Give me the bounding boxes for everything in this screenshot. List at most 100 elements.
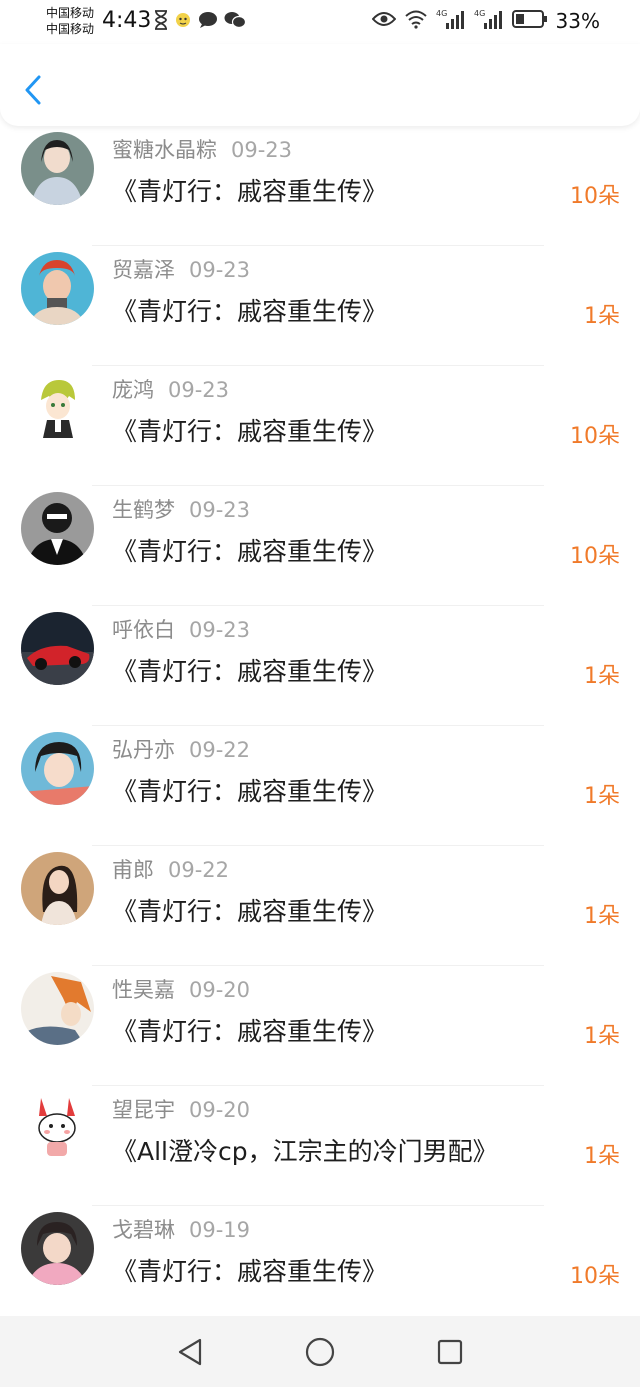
gift-date: 09-23 <box>189 498 251 522</box>
gift-amount: 10朵 <box>570 1264 620 1289</box>
signal-2-label: 4G <box>474 9 485 18</box>
gift-amount: 1朵 <box>584 904 620 929</box>
list-item[interactable]: 蜜糖水晶粽 09-23 《青灯行：戚容重生传》 10朵 <box>0 126 640 246</box>
sender-name: 弘丹亦 <box>112 738 175 762</box>
sender-name: 贸嘉泽 <box>112 258 175 282</box>
list-item[interactable]: 性昊嘉 09-20 《青灯行：戚容重生传》 1朵 <box>0 966 640 1086</box>
signal-1-icon: 4G <box>436 8 466 34</box>
gift-date: 09-23 <box>168 378 230 402</box>
sender-name: 性昊嘉 <box>112 978 175 1002</box>
avatar[interactable] <box>21 492 94 565</box>
gift-record-list: 蜜糖水晶粽 09-23 《青灯行：戚容重生传》 10朵 贸嘉泽 09-23 《青灯行… <box>0 126 640 1316</box>
gift-date: 09-20 <box>189 1098 251 1122</box>
system-navigation-bar <box>0 1316 640 1387</box>
sender-meta: 甫郎 09-22 <box>112 854 229 884</box>
carrier-2: 中国移动 <box>46 22 95 36</box>
gift-date: 09-23 <box>189 258 251 282</box>
gift-amount: 1朵 <box>584 304 620 329</box>
sender-meta: 庞鸿 09-23 <box>112 374 229 404</box>
back-button[interactable] <box>18 72 48 108</box>
avatar[interactable] <box>21 972 94 1045</box>
gift-date: 09-20 <box>189 978 251 1002</box>
avatar[interactable] <box>21 1092 94 1165</box>
list-item[interactable]: 望昆宇 09-20 《All澄冷cp，江宗主的冷门男配》 1朵 <box>0 1086 640 1206</box>
sender-meta: 性昊嘉 09-20 <box>112 974 250 1004</box>
list-item[interactable]: 戈碧琳 09-19 《青灯行：戚容重生传》 10朵 <box>0 1206 640 1316</box>
sender-name: 望昆宇 <box>112 1098 175 1122</box>
avatar[interactable] <box>21 132 94 205</box>
sender-name: 庞鸿 <box>112 378 154 402</box>
sender-name: 戈碧琳 <box>112 1218 175 1242</box>
gift-amount: 1朵 <box>584 784 620 809</box>
book-title: 《青灯行：戚容重生传》 <box>112 777 388 806</box>
gift-amount: 1朵 <box>584 1024 620 1049</box>
list-item[interactable]: 呼依白 09-23 《青灯行：戚容重生传》 1朵 <box>0 606 640 726</box>
carrier-1: 中国移动 <box>46 6 95 20</box>
triangle-back-icon <box>178 1338 202 1365</box>
status-bar: 中国移动 中国移动 4:43 4G 4G 33% <box>0 0 640 44</box>
gift-amount: 1朵 <box>584 664 620 689</box>
square-recent-icon <box>437 1339 463 1364</box>
battery-percent: 33% <box>555 9 600 33</box>
gift-amount: 10朵 <box>570 184 620 209</box>
avatar[interactable] <box>21 1212 94 1285</box>
gift-date: 09-19 <box>189 1218 251 1242</box>
signal-1-label: 4G <box>436 9 447 18</box>
message-bubble-icon <box>198 11 218 33</box>
sender-meta: 贸嘉泽 09-23 <box>112 254 250 284</box>
gift-date: 09-23 <box>231 138 293 162</box>
book-title: 《青灯行：戚容重生传》 <box>112 177 388 206</box>
gift-date: 09-22 <box>168 858 230 882</box>
signal-2-icon: 4G <box>474 8 504 34</box>
hourglass-icon <box>154 10 168 34</box>
book-title: 《青灯行：戚容重生传》 <box>112 657 388 686</box>
wifi-icon <box>404 9 428 33</box>
wechat-icon <box>224 11 247 33</box>
notification-icons <box>154 10 247 34</box>
sender-name: 生鹤梦 <box>112 498 175 522</box>
list-item[interactable]: 生鹤梦 09-23 《青灯行：戚容重生传》 10朵 <box>0 486 640 606</box>
avatar[interactable] <box>21 252 94 325</box>
sender-meta: 弘丹亦 09-22 <box>112 734 250 764</box>
avatar[interactable] <box>21 732 94 805</box>
sender-name: 甫郎 <box>112 858 154 882</box>
book-title: 《All澄冷cp，江宗主的冷门男配》 <box>112 1137 498 1166</box>
battery-fill <box>515 14 524 24</box>
book-title: 《青灯行：戚容重生传》 <box>112 897 388 926</box>
nav-back-button[interactable] <box>176 1337 204 1367</box>
chevron-left-icon <box>25 75 41 105</box>
book-title: 《青灯行：戚容重生传》 <box>112 417 388 446</box>
battery-icon <box>511 9 548 33</box>
sender-meta: 呼依白 09-23 <box>112 614 250 644</box>
avatar[interactable] <box>21 372 94 445</box>
carrier-labels: 中国移动 中国移动 <box>46 5 94 37</box>
sender-meta: 望昆宇 09-20 <box>112 1094 250 1124</box>
list-item[interactable]: 庞鸿 09-23 《青灯行：戚容重生传》 10朵 <box>0 366 640 486</box>
top-app-bar <box>0 44 640 126</box>
nav-recent-button[interactable] <box>436 1338 464 1366</box>
status-time: 4:43 <box>102 8 152 33</box>
app-face-icon <box>174 11 192 33</box>
list-item[interactable]: 贸嘉泽 09-23 《青灯行：戚容重生传》 1朵 <box>0 246 640 366</box>
avatar[interactable] <box>21 612 94 685</box>
gift-date: 09-22 <box>189 738 251 762</box>
circle-home-icon <box>305 1337 335 1366</box>
nav-home-button[interactable] <box>304 1336 336 1368</box>
list-item[interactable]: 甫郎 09-22 《青灯行：戚容重生传》 1朵 <box>0 846 640 966</box>
gift-amount: 1朵 <box>584 1144 620 1169</box>
sender-name: 蜜糖水晶粽 <box>112 138 217 162</box>
sender-meta: 蜜糖水晶粽 09-23 <box>112 134 292 164</box>
sender-meta: 戈碧琳 09-19 <box>112 1214 250 1244</box>
book-title: 《青灯行：戚容重生传》 <box>112 537 388 566</box>
gift-amount: 10朵 <box>570 544 620 569</box>
eye-icon <box>371 11 396 31</box>
book-title: 《青灯行：戚容重生传》 <box>112 297 388 326</box>
gift-date: 09-23 <box>189 618 251 642</box>
book-title: 《青灯行：戚容重生传》 <box>112 1017 388 1046</box>
sender-meta: 生鹤梦 09-23 <box>112 494 250 524</box>
book-title: 《青灯行：戚容重生传》 <box>112 1257 388 1286</box>
gift-amount: 10朵 <box>570 424 620 449</box>
avatar[interactable] <box>21 852 94 925</box>
list-item[interactable]: 弘丹亦 09-22 《青灯行：戚容重生传》 1朵 <box>0 726 640 846</box>
system-status-icons: 4G 4G 33% <box>371 8 600 34</box>
